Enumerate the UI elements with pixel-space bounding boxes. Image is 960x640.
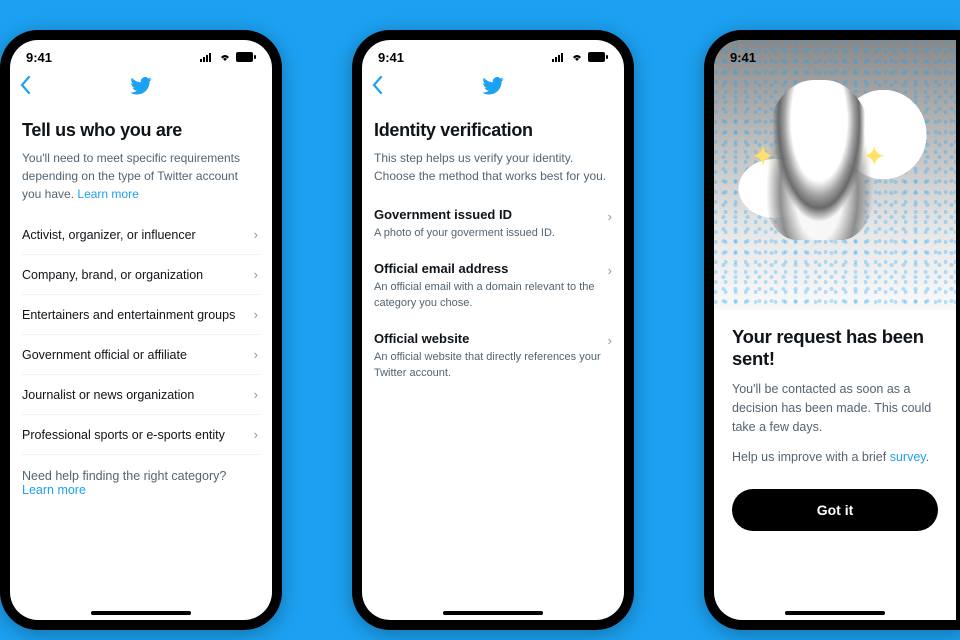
hero-astronaut-image	[714, 40, 956, 310]
twitter-logo-icon	[130, 77, 152, 100]
category-list: Activist, organizer, or influencer › Comp…	[22, 215, 260, 455]
back-button[interactable]	[20, 76, 31, 100]
battery-icon	[588, 52, 608, 62]
battery-icon	[236, 52, 256, 62]
signal-icon	[200, 52, 214, 62]
chevron-right-icon: ›	[254, 427, 258, 442]
category-item-journalist[interactable]: Journalist or news organization ›	[22, 375, 260, 415]
screen-3: 9:41 Your request has been sent! You'll …	[714, 40, 956, 620]
status-bar: 9:41	[362, 40, 624, 70]
chevron-right-icon: ›	[254, 347, 258, 362]
survey-prompt: Help us improve with a brief survey.	[732, 448, 938, 467]
chevron-left-icon	[372, 76, 383, 94]
methods-list: Government issued ID › A photo of your g…	[374, 197, 612, 391]
home-indicator[interactable]	[443, 611, 543, 615]
method-item-gov-id[interactable]: Government issued ID › A photo of your g…	[374, 197, 612, 251]
chevron-right-icon: ›	[608, 333, 612, 348]
category-item-company[interactable]: Company, brand, or organization ›	[22, 255, 260, 295]
content-1: Tell us who you are You'll need to meet …	[10, 106, 272, 511]
status-icons	[552, 52, 608, 62]
chevron-right-icon: ›	[608, 263, 612, 278]
status-bar: 9:41	[714, 40, 956, 70]
category-label: Entertainers and entertainment groups	[22, 308, 235, 322]
phone-3: 9:41 Your request has been sent! You'll …	[704, 30, 960, 630]
phone-row: 9:41 Tell us who you are You'll need	[0, 30, 960, 630]
survey-dot: .	[926, 450, 929, 464]
nav-bar	[362, 70, 624, 106]
method-item-website[interactable]: Official website › An official website t…	[374, 321, 612, 391]
signal-icon	[552, 52, 566, 62]
chevron-right-icon: ›	[254, 227, 258, 242]
back-button[interactable]	[372, 76, 383, 100]
chevron-right-icon: ›	[254, 307, 258, 322]
category-label: Government official or affiliate	[22, 348, 187, 362]
learn-more-link[interactable]: Learn more	[77, 187, 138, 201]
category-label: Company, brand, or organization	[22, 268, 203, 282]
sent-title: Your request has been sent!	[732, 326, 938, 370]
page-subtitle: This step helps us verify your identity.…	[374, 149, 612, 185]
method-title: Official email address	[374, 261, 508, 276]
method-desc: An official email with a domain relevant…	[374, 280, 612, 311]
method-title: Official website	[374, 331, 469, 346]
screen-1: 9:41 Tell us who you are You'll need	[10, 40, 272, 620]
chevron-right-icon: ›	[254, 267, 258, 282]
page-title: Identity verification	[374, 120, 612, 141]
phone-2: 9:41 Identity verification This step hel…	[352, 30, 634, 630]
category-item-activist[interactable]: Activist, organizer, or influencer ›	[22, 215, 260, 255]
chevron-right-icon: ›	[608, 209, 612, 224]
help-learn-more-link[interactable]: Learn more	[22, 483, 86, 497]
phone-1: 9:41 Tell us who you are You'll need	[0, 30, 282, 630]
got-it-button[interactable]: Got it	[732, 489, 938, 531]
category-label: Journalist or news organization	[22, 388, 194, 402]
help-text-label: Need help finding the right category?	[22, 469, 226, 483]
wifi-icon	[218, 52, 232, 62]
category-item-government[interactable]: Government official or affiliate ›	[22, 335, 260, 375]
sent-body: You'll be contacted as soon as a decisio…	[732, 380, 938, 436]
survey-link[interactable]: survey	[890, 450, 926, 464]
category-item-sports[interactable]: Professional sports or e-sports entity ›	[22, 415, 260, 455]
chevron-right-icon: ›	[254, 387, 258, 402]
chevron-left-icon	[20, 76, 31, 94]
content-2: Identity verification This step helps us…	[362, 106, 624, 405]
status-time: 9:41	[26, 50, 52, 65]
method-title: Government issued ID	[374, 207, 512, 222]
nav-bar	[10, 70, 272, 106]
status-time: 9:41	[378, 50, 404, 65]
survey-text: Help us improve with a brief	[732, 450, 886, 464]
home-indicator[interactable]	[785, 611, 885, 615]
status-bar: 9:41	[10, 40, 272, 70]
wifi-icon	[570, 52, 584, 62]
page-title: Tell us who you are	[22, 120, 260, 141]
status-icons	[200, 52, 256, 62]
screen-2: 9:41 Identity verification This step hel…	[362, 40, 624, 620]
twitter-logo-icon	[482, 77, 504, 100]
status-time: 9:41	[730, 50, 756, 65]
content-3: Your request has been sent! You'll be co…	[714, 310, 956, 547]
method-item-email[interactable]: Official email address › An official ema…	[374, 251, 612, 321]
category-label: Activist, organizer, or influencer	[22, 228, 196, 242]
method-desc: An official website that directly refere…	[374, 350, 612, 381]
page-subtitle: You'll need to meet specific requirement…	[22, 149, 260, 203]
category-item-entertainers[interactable]: Entertainers and entertainment groups ›	[22, 295, 260, 335]
method-desc: A photo of your goverment issued ID.	[374, 226, 612, 241]
category-label: Professional sports or e-sports entity	[22, 428, 225, 442]
help-text: Need help finding the right category? Le…	[22, 455, 260, 497]
home-indicator[interactable]	[91, 611, 191, 615]
